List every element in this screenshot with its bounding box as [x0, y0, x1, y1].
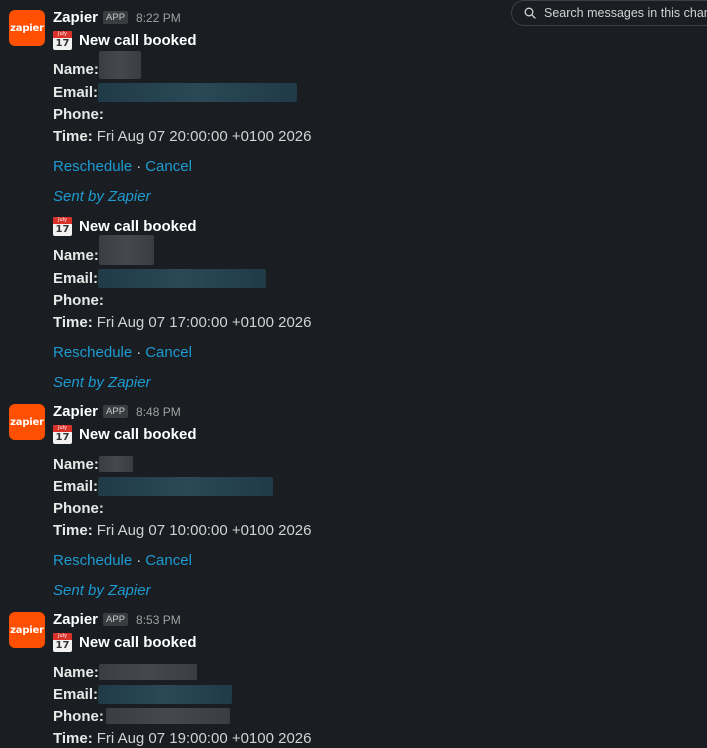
sent-by: Sent by Zapier [53, 580, 151, 600]
calendar-icon: July 17 [53, 216, 72, 236]
email-row: Email: [53, 82, 298, 102]
time-value: Fri Aug 07 17:00:00 +0100 2026 [96, 313, 312, 331]
app-badge: APP [103, 405, 129, 418]
search-placeholder: Search messages in this chan [544, 6, 707, 20]
email-label: Email: [53, 685, 99, 703]
time-value: Fri Aug 07 10:00:00 +0100 2026 [96, 521, 312, 539]
sent-by-zapier-link[interactable]: Sent by Zapier [53, 188, 151, 205]
cancel-link[interactable]: Cancel [145, 344, 192, 361]
name-label: Name: [53, 60, 99, 78]
email-row: Email: [53, 476, 274, 496]
app-badge: APP [103, 613, 129, 626]
sent-by: Sent by Zapier [53, 372, 151, 392]
name-row: Name: [53, 454, 133, 474]
phone-row: Phone: [53, 290, 104, 310]
message-title: July 17 New call booked [53, 216, 197, 236]
sent-by-zapier-link[interactable]: Sent by Zapier [53, 582, 151, 599]
time-row: Time: Fri Aug 07 19:00:00 +0100 2026 [53, 728, 312, 748]
phone-row: Phone: [53, 706, 230, 726]
message-timestamp[interactable]: 8:53 PM [136, 613, 181, 627]
email-label: Email: [53, 83, 99, 101]
redacted-name [98, 235, 154, 265]
name-row: Name: [53, 51, 141, 79]
message-title: July 17 New call booked [53, 30, 197, 50]
phone-label: Phone: [53, 707, 104, 725]
redacted-name [98, 456, 133, 472]
time-label: Time: [53, 729, 93, 747]
message-header: Zapier APP 8:48 PM [53, 403, 181, 420]
redacted-email[interactable] [98, 684, 233, 704]
search-icon [524, 7, 536, 19]
message-title: July 17 New call booked [53, 632, 197, 652]
action-links: Reschedule · Cancel [53, 342, 192, 362]
time-row: Time: Fri Aug 07 17:00:00 +0100 2026 [53, 312, 312, 332]
redacted-phone [105, 708, 230, 724]
message-header: Zapier APP 8:22 PM [53, 9, 181, 26]
time-label: Time: [53, 127, 93, 145]
sender-name[interactable]: Zapier [53, 403, 98, 420]
title-text: New call booked [79, 633, 197, 651]
cancel-link[interactable]: Cancel [145, 552, 192, 569]
redacted-name [98, 51, 141, 79]
app-badge: APP [103, 11, 129, 24]
phone-row: Phone: [53, 498, 104, 518]
name-label: Name: [53, 455, 99, 473]
title-text: New call booked [79, 425, 197, 443]
message-header: Zapier APP 8:53 PM [53, 611, 181, 628]
title-text: New call booked [79, 217, 197, 235]
time-label: Time: [53, 313, 93, 331]
redacted-email[interactable] [98, 476, 274, 496]
link-separator: · [136, 157, 142, 175]
sender-name[interactable]: Zapier [53, 9, 98, 26]
calendar-icon: July 17 [53, 30, 72, 50]
time-value: Fri Aug 07 19:00:00 +0100 2026 [96, 729, 312, 747]
email-row: Email: [53, 684, 233, 704]
message-timestamp[interactable]: 8:22 PM [136, 11, 181, 25]
message-timestamp[interactable]: 8:48 PM [136, 405, 181, 419]
cancel-link[interactable]: Cancel [145, 158, 192, 175]
reschedule-link[interactable]: Reschedule [53, 344, 132, 361]
link-separator: · [136, 551, 142, 569]
time-row: Time: Fri Aug 07 10:00:00 +0100 2026 [53, 520, 312, 540]
sent-by: Sent by Zapier [53, 186, 151, 206]
name-row: Name: [53, 235, 154, 265]
redacted-name [98, 664, 197, 680]
redacted-email[interactable] [98, 268, 267, 288]
time-value: Fri Aug 07 20:00:00 +0100 2026 [96, 127, 312, 145]
search-input[interactable]: Search messages in this chan [511, 0, 707, 26]
time-label: Time: [53, 521, 93, 539]
time-row: Time: Fri Aug 07 20:00:00 +0100 2026 [53, 126, 312, 146]
zapier-avatar[interactable]: zapier [9, 404, 45, 440]
reschedule-link[interactable]: Reschedule [53, 158, 132, 175]
calendar-icon: July 17 [53, 632, 72, 652]
email-label: Email: [53, 477, 99, 495]
redacted-email[interactable] [98, 82, 298, 102]
sent-by-zapier-link[interactable]: Sent by Zapier [53, 374, 151, 391]
email-label: Email: [53, 269, 99, 287]
link-separator: · [136, 343, 142, 361]
sender-name[interactable]: Zapier [53, 611, 98, 628]
name-label: Name: [53, 663, 99, 681]
phone-label: Phone: [53, 105, 104, 123]
title-text: New call booked [79, 31, 197, 49]
action-links: Reschedule · Cancel [53, 156, 192, 176]
zapier-avatar[interactable]: zapier [9, 10, 45, 46]
name-label: Name: [53, 246, 99, 264]
phone-row: Phone: [53, 104, 104, 124]
phone-label: Phone: [53, 499, 104, 517]
email-row: Email: [53, 268, 267, 288]
name-row: Name: [53, 662, 197, 682]
action-links: Reschedule · Cancel [53, 550, 192, 570]
zapier-avatar[interactable]: zapier [9, 612, 45, 648]
reschedule-link[interactable]: Reschedule [53, 552, 132, 569]
calendar-icon: July 17 [53, 424, 72, 444]
phone-label: Phone: [53, 291, 104, 309]
message-title: July 17 New call booked [53, 424, 197, 444]
